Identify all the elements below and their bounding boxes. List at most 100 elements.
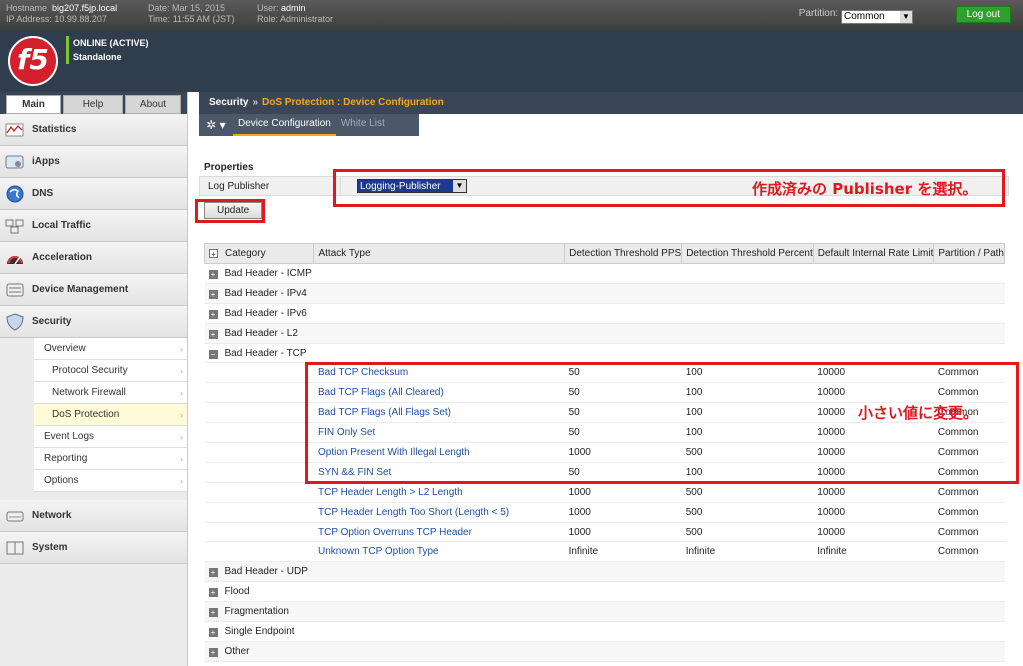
sidebar-item-security[interactable]: Security xyxy=(0,306,187,338)
user-value: admin xyxy=(281,3,306,13)
attack-link[interactable]: TCP Header Length Too Short (Length < 5) xyxy=(313,502,565,523)
sidebar-item-statistics[interactable]: Statistics xyxy=(0,114,187,146)
col-rate-limit[interactable]: Default Internal Rate Limit xyxy=(812,243,935,264)
sidebar-item-label: System xyxy=(32,542,68,553)
expand-icon[interactable]: + xyxy=(208,289,218,299)
expand-icon[interactable]: + xyxy=(208,608,218,618)
sidebar-item-dos-protection[interactable]: DoS Protection › xyxy=(34,404,187,426)
cell-pps: 1000 xyxy=(564,482,682,503)
sidebar-item-protocol-security[interactable]: Protocol Security › xyxy=(34,360,187,382)
hostname-label: Hostname xyxy=(6,3,48,13)
chevron-right-icon: › xyxy=(180,453,183,464)
sidebar-item-acceleration[interactable]: Acceleration xyxy=(0,242,187,274)
time-value: 11:55 AM (JST) xyxy=(172,14,235,24)
sidebar-item-options[interactable]: Options › xyxy=(34,470,187,492)
tab-about[interactable]: About xyxy=(125,95,181,114)
category-label: Other xyxy=(224,645,250,657)
breadcrumb-current: DoS Protection : Device Configuration xyxy=(262,97,444,108)
attack-link[interactable]: Unknown TCP Option Type xyxy=(313,541,565,563)
col-label: Category xyxy=(225,248,266,259)
annotation-publisher: 作成済みの Publisher を選択。 xyxy=(752,180,978,198)
category-label: Single Endpoint xyxy=(224,625,295,637)
table-row[interactable]: + Bad Header - ICMP xyxy=(204,263,1005,284)
expand-icon[interactable]: + xyxy=(208,588,218,598)
annotation-box-update xyxy=(195,199,265,223)
tab-help[interactable]: Help xyxy=(63,95,123,114)
logout-button[interactable]: Log out xyxy=(955,6,1011,23)
table-row[interactable]: + Bad Header - IPv4 xyxy=(204,283,1005,304)
col-threshold-pps[interactable]: Detection Threshold PPS xyxy=(564,243,683,264)
statistics-icon xyxy=(4,121,26,139)
sidebar-item-local-traffic[interactable]: Local Traffic xyxy=(0,210,187,242)
partition-label: Partition: xyxy=(798,8,839,19)
cell-pps: 1000 xyxy=(564,502,682,523)
sidebar-item-label: Options xyxy=(44,475,79,486)
role-label: Role: xyxy=(257,14,279,24)
sidebar-item-label: iApps xyxy=(32,156,60,167)
category-label: Fragmentation xyxy=(224,606,289,618)
sidebar-item-system[interactable]: System xyxy=(0,532,187,564)
expand-icon[interactable]: + xyxy=(208,309,218,319)
sidebar-item-device-management[interactable]: Device Management xyxy=(0,274,187,306)
cell-rate: 10000 xyxy=(813,482,934,503)
sidebar-item-event-logs[interactable]: Event Logs › xyxy=(34,426,187,448)
cell-partition: Common xyxy=(933,502,1005,523)
expand-icon[interactable]: + xyxy=(208,568,218,578)
expand-icon[interactable]: + xyxy=(208,647,218,657)
attack-link[interactable]: TCP Option Overruns TCP Header xyxy=(313,522,565,543)
collapse-icon[interactable]: − xyxy=(208,349,218,359)
device-management-icon xyxy=(4,281,26,299)
sidebar-item-overview[interactable]: Overview › xyxy=(34,338,187,360)
sidebar-item-label: Statistics xyxy=(32,124,77,135)
table-row[interactable]: + Fragmentation xyxy=(204,601,1005,623)
col-attack-type[interactable]: Attack Type xyxy=(313,243,566,264)
table-row[interactable]: + Other xyxy=(204,641,1005,662)
ip-label: IP Address: xyxy=(6,14,52,24)
expand-icon[interactable]: + xyxy=(208,269,218,279)
tab-main[interactable]: Main xyxy=(6,95,61,114)
expand-icon[interactable]: + xyxy=(208,627,218,637)
properties-title: Properties xyxy=(204,162,254,173)
system-icon xyxy=(4,539,26,557)
sidebar-item-label: Network Firewall xyxy=(52,387,126,398)
sidebar-item-network-firewall[interactable]: Network Firewall › xyxy=(34,382,187,404)
sidebar-item-label: Protocol Security xyxy=(52,365,128,376)
cell-partition: Common xyxy=(933,482,1005,503)
table-row[interactable]: − Bad Header - TCP xyxy=(204,343,1005,364)
sidebar-item-label: Network xyxy=(32,510,72,521)
sidebar-item-reporting[interactable]: Reporting › xyxy=(34,448,187,470)
sidebar-item-network[interactable]: Network xyxy=(0,500,187,532)
cell-percent: 500 xyxy=(681,482,814,503)
table-row[interactable]: + Bad Header - IPv6 xyxy=(204,303,1005,324)
annotation-values: 小さい値に変更。 xyxy=(858,404,979,422)
sidebar-item-dns[interactable]: DNS xyxy=(0,178,187,210)
expand-icon[interactable]: + xyxy=(208,329,218,339)
security-shield-icon xyxy=(4,312,26,331)
col-category[interactable]: + Category xyxy=(203,243,315,264)
tab-white-list[interactable]: White List xyxy=(336,114,390,136)
table-row[interactable]: + Bad Header - UDP xyxy=(204,561,1005,583)
tab-device-configuration[interactable]: Device Configuration xyxy=(233,114,336,136)
sidebar-tabs: Main Help About xyxy=(0,92,187,114)
chevron-right-icon: › xyxy=(180,365,183,376)
expand-all-icon[interactable]: + xyxy=(209,249,218,259)
table-row[interactable]: + Flood xyxy=(204,581,1005,603)
host-info: Hostname big207.f5jp.local IP Address: 1… xyxy=(6,3,117,25)
gear-icon[interactable]: ✲ ▾ xyxy=(199,114,233,136)
table-row[interactable]: + Single Endpoint xyxy=(204,621,1005,642)
col-threshold-percent[interactable]: Detection Threshold Percent xyxy=(681,243,814,264)
ip-value: 10.99.88.207 xyxy=(54,14,107,24)
chevron-right-icon: › xyxy=(180,431,183,442)
cell-partition: Common xyxy=(933,522,1005,543)
table-row[interactable]: + Bad Header - L2 xyxy=(204,323,1005,344)
breadcrumb-root[interactable]: Security xyxy=(209,92,248,114)
sidebar-item-iapps[interactable]: iApps xyxy=(0,146,187,178)
attack-link[interactable]: TCP Header Length > L2 Length xyxy=(313,482,565,503)
partition-select[interactable]: Common ▼ xyxy=(841,10,913,24)
col-partition[interactable]: Partition / Path xyxy=(933,243,1005,264)
top-status-bar: Hostname big207.f5jp.local IP Address: 1… xyxy=(0,0,1023,30)
local-traffic-icon xyxy=(4,217,26,235)
table-row: TCP Header Length > L2 Length 1000 500 1000… xyxy=(204,482,1005,503)
datetime-info: Date: Mar 15, 2015 Time: 11:55 AM (JST) xyxy=(148,3,235,25)
